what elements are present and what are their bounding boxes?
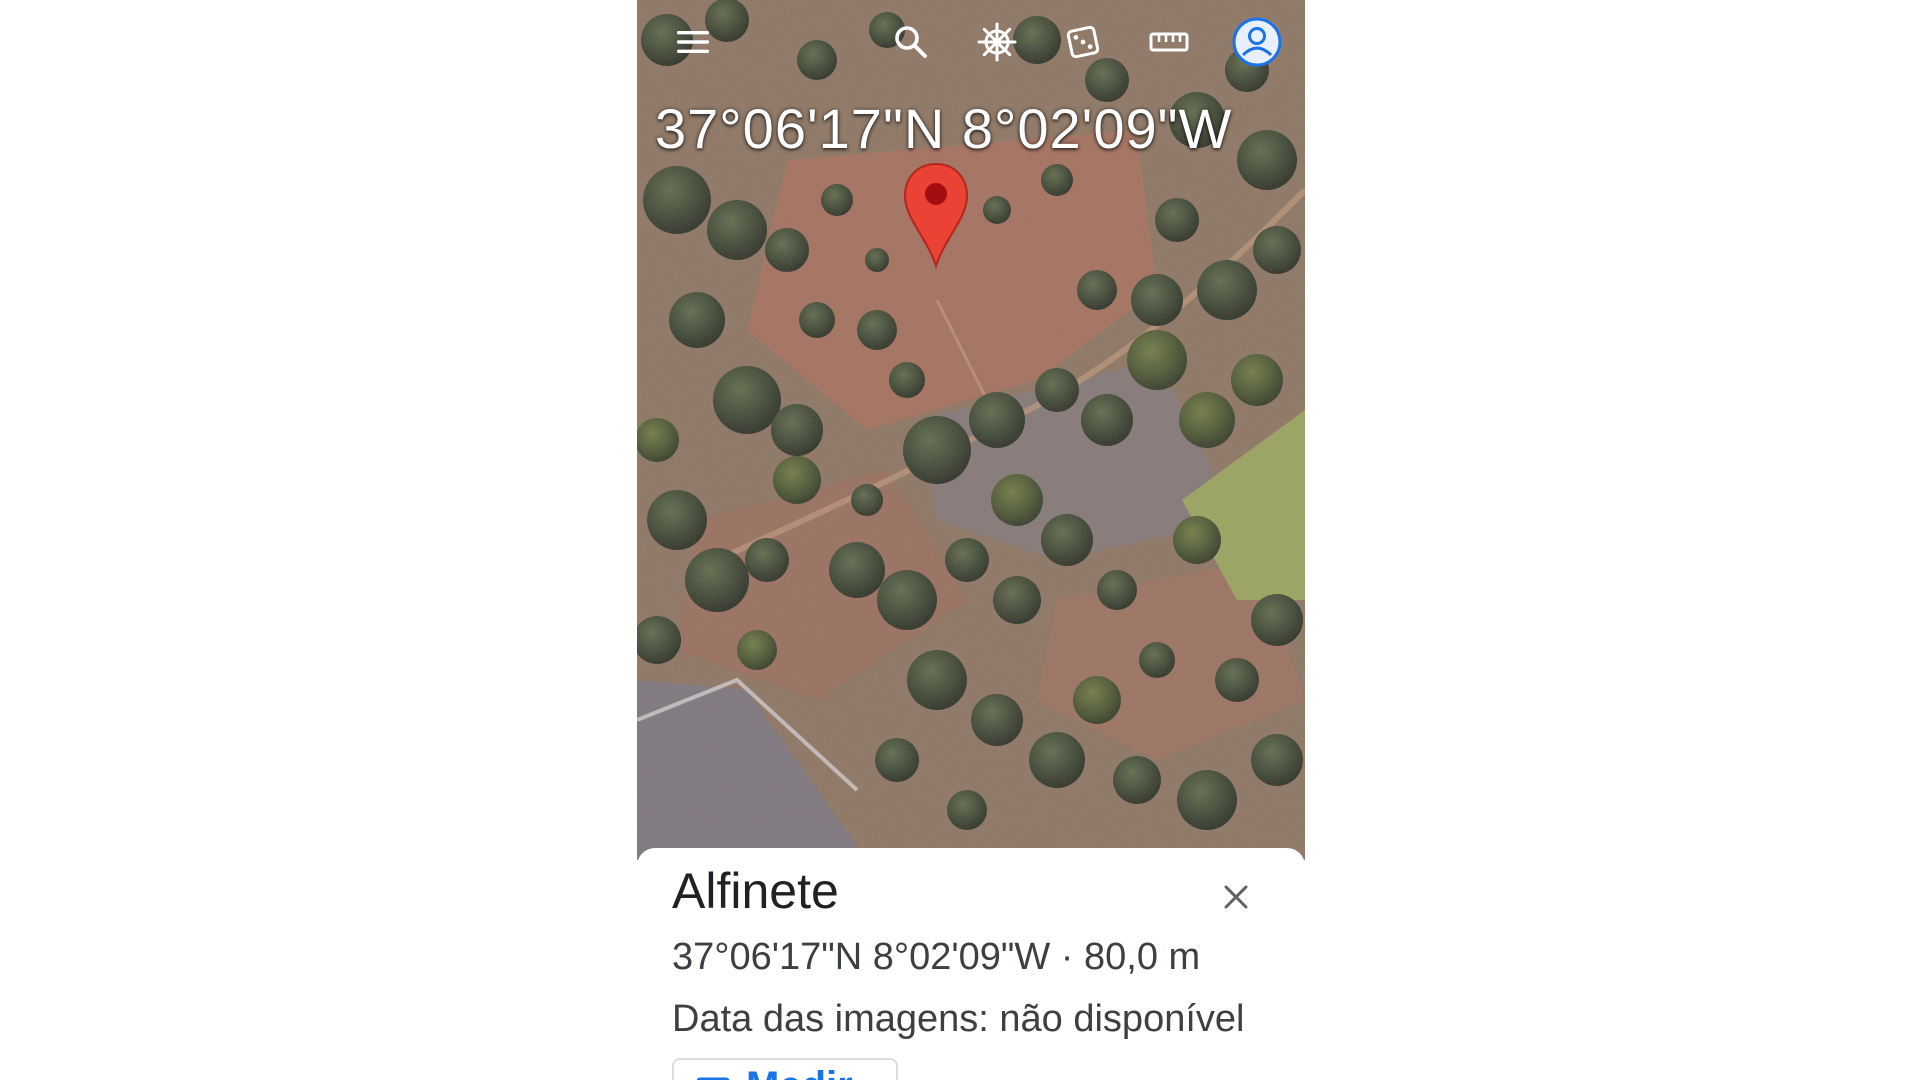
ruler-icon	[696, 1077, 730, 1080]
top-toolbar	[637, 0, 1305, 84]
account-button[interactable]	[1231, 16, 1283, 68]
satellite-map-view[interactable]: 37°06'17"N 8°02'09"W	[637, 0, 1305, 860]
measure-button-label: Medir	[746, 1064, 853, 1080]
feeling-lucky-dice-icon	[1066, 25, 1100, 59]
account-icon	[1232, 17, 1282, 67]
place-title: Alfinete	[672, 863, 839, 919]
close-button[interactable]	[1211, 872, 1261, 922]
close-icon	[1224, 885, 1248, 909]
place-coordinates-elevation: 37°06'17"N 8°02'09"W · 80,0 m	[672, 936, 1201, 978]
google-earth-mobile-screen: 37°06'17"N 8°02'09"W Alfinete 37°06'17"N…	[637, 0, 1305, 1080]
menu-icon	[677, 31, 709, 53]
measure-ruler-icon	[1149, 32, 1189, 52]
search-button[interactable]	[885, 16, 937, 68]
measure-tool-button[interactable]	[1143, 16, 1195, 68]
voyager-button[interactable]	[971, 16, 1023, 68]
location-pin-icon[interactable]	[901, 160, 971, 270]
coordinates-overlay: 37°06'17"N 8°02'09"W	[655, 97, 1233, 160]
place-details-sheet: Alfinete 37°06'17"N 8°02'09"W · 80,0 m D…	[637, 848, 1305, 1080]
imagery-date-text: Data das imagens: não disponível	[672, 998, 1245, 1040]
menu-button[interactable]	[667, 16, 719, 68]
feeling-lucky-button[interactable]	[1057, 16, 1109, 68]
search-icon	[895, 26, 927, 58]
measure-button[interactable]: Medir	[672, 1058, 898, 1080]
voyager-helm-icon	[977, 22, 1017, 62]
